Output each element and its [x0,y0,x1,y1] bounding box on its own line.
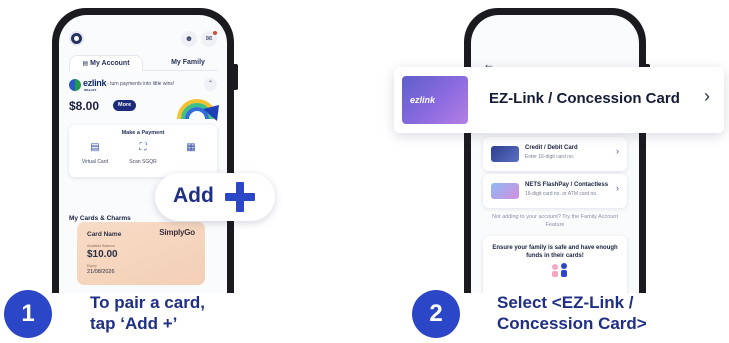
scan-icon: ⛶ [139,142,147,153]
ezlink-concession-label: EZ-Link / Concession Card [489,90,680,107]
virtual-card-label: Virtual Card [81,159,109,165]
credit-card-icon [491,146,519,162]
tab-my-account[interactable]: ▤ My Account [69,55,143,71]
step-2-badge: 2 [412,290,460,338]
chevron-right-icon: › [616,183,619,193]
scan-sgqr-button[interactable]: ⛶ Scan SGQR [121,141,165,165]
chevron-right-icon: › [704,86,710,106]
card-balance: $10.00 [87,249,118,260]
ezlink-concession-option[interactable]: ezlink EZ-Link / Concession Card › [394,67,724,133]
wallet-balance: $8.00 [69,99,100,113]
assistant-bot-icon[interactable] [69,31,84,46]
ezlink-tagline: - turn payments into little wins! [107,81,175,87]
credit-debit-title: Credit / Debit Card [525,145,578,151]
scan-sgqr-label: Scan SGQR [129,159,157,165]
family-account-note[interactable]: Not adding to your account? Try the Fami… [487,213,623,229]
family-banner[interactable]: Ensure your family is safe and have enou… [483,236,627,293]
qr-icon: ▦ [186,142,196,153]
ezlink-logo-icon [69,79,81,91]
rainbow-illustration-icon [177,99,219,121]
ezlink-card-logo: ezlink [410,95,436,105]
step-2-instruction: Select <EZ-Link / Concession Card> [497,292,647,334]
family-illustration-icon [552,263,567,277]
profile-icon[interactable]: ☻ [181,31,197,47]
cards-charms-heading: My Cards & Charms [69,215,131,222]
top-bar: ☻ ✉ [69,31,217,49]
simplygo-logo: SimplyGo [159,228,195,237]
collapse-chevron-icon[interactable]: ⌃ [204,78,217,91]
expiry-label: Expiry [87,264,97,268]
card-icon: ▤ [90,142,100,153]
step-1-line-2: tap ‘Add +’ [90,314,178,333]
tab-my-account-label: My Account [90,60,130,67]
virtual-card-button[interactable]: ▤ Virtual Card [73,141,117,165]
qr-button[interactable]: ▦ [169,141,213,159]
family-banner-text: Ensure your family is safe and have enou… [492,245,618,259]
inbox-icon[interactable]: ✉ [201,31,217,47]
credit-debit-subtitle: Enter 16-digit card no. [525,154,575,160]
expiry-date: 21/08/2026 [87,269,115,275]
more-button[interactable]: More [113,100,137,111]
make-payment-card: Make a Payment ▤ Virtual Card ⛶ Scan SGQ… [69,125,217,177]
make-payment-title: Make a Payment [121,130,165,136]
available-balance-label: Available Balance [87,244,115,248]
phone-side-button [234,64,238,90]
ezlink-card-image: ezlink [402,76,468,124]
nets-card-icon [491,183,519,199]
tab-my-family[interactable]: My Family [153,55,223,71]
ezlink-wallet-header: ezlink WALLET - turn payments into littl… [69,78,217,92]
phone-frame-step-2: ← Credit / Debit Card Enter 16-digit car… [464,8,650,293]
nets-flashpay-title: NETS FlashPay / Contactless [525,182,609,188]
add-button-label: Add [173,184,214,207]
step-1-line-1: To pair a card, [90,293,205,312]
step-1-instruction: To pair a card, tap ‘Add +’ [90,292,205,334]
plus-icon [225,182,255,212]
ezlink-wordmark: ezlink [83,78,107,88]
step-1-badge: 1 [4,290,52,338]
ezlink-wallet-word: WALLET [84,88,97,92]
card-name: Card Name [87,231,122,238]
simplygo-card[interactable]: Card Name SimplyGo Available Balance $10… [77,222,205,285]
wallet-icon: ▤ [82,61,89,67]
nets-flashpay-option[interactable]: NETS FlashPay / Contactless 16-digit car… [483,174,627,208]
add-button[interactable]: Add [155,173,275,221]
step-2-line-1: Select <EZ-Link / [497,293,634,312]
credit-debit-option[interactable]: Credit / Debit Card Enter 16-digit card … [483,137,627,171]
step-2-line-2: Concession Card> [497,314,647,333]
account-tabs: ▤ My Account My Family [69,55,217,71]
phone-screen-add-card: ← Credit / Debit Card Enter 16-digit car… [471,15,639,293]
chevron-right-icon: › [616,146,619,156]
nets-flashpay-subtitle: 16-digit card no. or ATM card no. [525,191,598,197]
